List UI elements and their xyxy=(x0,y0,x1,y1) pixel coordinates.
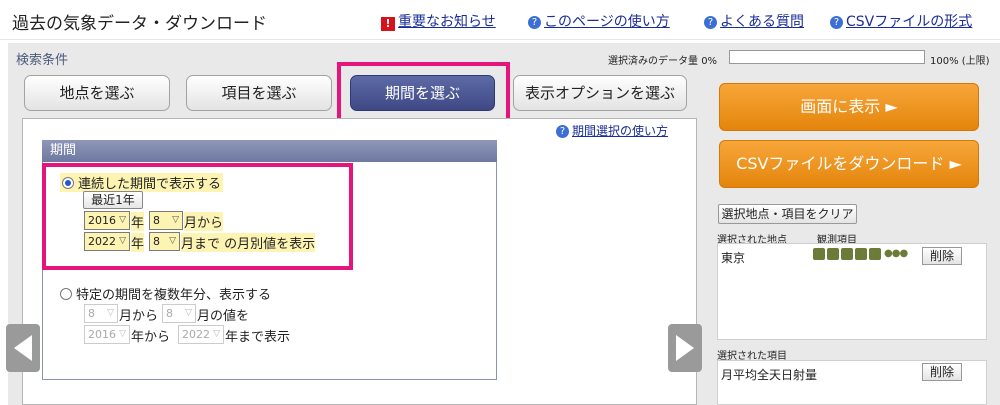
help-icon: ? xyxy=(556,125,569,138)
period-header: 期間 xyxy=(42,140,497,162)
year-from-select[interactable]: 2016 ▽ xyxy=(84,325,130,344)
csv-format-link-label: CSVファイルの形式 xyxy=(846,14,973,30)
month-to-select[interactable]: 8 ▽ xyxy=(162,304,196,323)
header-bar: 過去の気象データ・ダウンロード ! 重要なお知らせ ? このページの使い方 ? よくあ… xyxy=(0,0,1000,40)
search-conditions-label: 検索条件 xyxy=(16,53,69,68)
tab-item[interactable]: 項目を選ぶ xyxy=(186,75,332,111)
year-to-value: 2022 xyxy=(182,328,210,341)
month-to-suffix: 月の値を xyxy=(197,309,250,324)
data-amount-bar xyxy=(729,50,925,64)
year-from-value: 2016 xyxy=(88,328,116,341)
chevron-down-icon: ▽ xyxy=(107,308,114,318)
howto-link[interactable]: ? このページの使い方 xyxy=(528,11,670,31)
wind-icon xyxy=(869,248,881,260)
tab-period-highlight xyxy=(337,62,510,126)
next-tab-button[interactable] xyxy=(668,324,702,372)
tab-station[interactable]: 地点を選ぶ xyxy=(24,75,170,111)
station-name: 東京 xyxy=(721,251,746,265)
help-icon: ? xyxy=(528,16,541,29)
period-help-label: 期間選択の使い方 xyxy=(572,124,669,138)
notice-link-label: 重要なお知らせ xyxy=(398,14,496,30)
thermometer-icon xyxy=(813,248,825,260)
multi-year-label: 特定の期間を複数年分、表示する xyxy=(76,288,272,303)
observation-icons: ●●● xyxy=(813,248,908,260)
year-from-suffix: 年から xyxy=(131,330,171,345)
chevron-down-icon: ▽ xyxy=(213,329,220,339)
delete-station-button[interactable]: 削除 xyxy=(922,247,962,265)
data-amount-value: 0% xyxy=(701,56,718,67)
faq-link-label: よくある質問 xyxy=(720,14,804,30)
arrow-left-icon xyxy=(14,335,32,361)
item-name: 月平均全天日射量 xyxy=(721,368,818,382)
month-from-select[interactable]: 8 ▽ xyxy=(84,304,118,323)
help-icon: ? xyxy=(704,16,717,29)
year-to-select[interactable]: 2022 ▽ xyxy=(178,325,224,344)
radio-multi-year[interactable] xyxy=(60,288,72,300)
clear-selection-button[interactable]: 選択地点・項目をクリア xyxy=(718,204,857,224)
umbrella-icon xyxy=(827,248,839,260)
month-to-value: 8 xyxy=(166,307,173,320)
multi-year-option[interactable]: 特定の期間を複数年分、表示する xyxy=(60,284,271,303)
snowman-icon xyxy=(855,248,867,260)
chevron-down-icon: ▽ xyxy=(119,329,126,339)
data-amount-label: 選択済みのデータ量 0% xyxy=(608,52,717,67)
continuous-period-highlight xyxy=(42,163,353,270)
more-dots-icon: ●●● xyxy=(884,248,908,259)
alert-icon: ! xyxy=(381,17,395,31)
howto-link-label: このページの使い方 xyxy=(544,14,670,30)
csv-format-link[interactable]: ? CSVファイルの形式 xyxy=(830,11,972,31)
delete-item-button[interactable]: 削除 xyxy=(922,363,962,381)
period-help-link[interactable]: ? 期間選択の使い方 xyxy=(556,122,668,139)
sun-icon xyxy=(841,248,853,260)
arrow-right-icon xyxy=(676,335,694,361)
month-from-value: 8 xyxy=(88,307,95,320)
year-to-suffix: 年まで表示 xyxy=(225,330,291,345)
app-title: 過去の気象データ・ダウンロード xyxy=(12,14,267,34)
month-from-suffix: 月から xyxy=(119,309,159,324)
download-csv-button[interactable]: CSVファイルをダウンロード ► xyxy=(719,140,979,188)
help-icon: ? xyxy=(830,16,843,29)
show-on-screen-button[interactable]: 画面に表示 ► xyxy=(719,83,979,131)
notice-link[interactable]: ! 重要なお知らせ xyxy=(381,11,496,31)
faq-link[interactable]: ? よくある質問 xyxy=(704,11,804,31)
chevron-down-icon: ▽ xyxy=(185,308,192,318)
prev-tab-button[interactable] xyxy=(6,324,40,372)
data-amount-text: 選択済みのデータ量 xyxy=(608,56,698,67)
data-amount-max: 100% (上限) xyxy=(930,56,990,67)
tab-display-options[interactable]: 表示オプションを選ぶ xyxy=(513,75,687,111)
